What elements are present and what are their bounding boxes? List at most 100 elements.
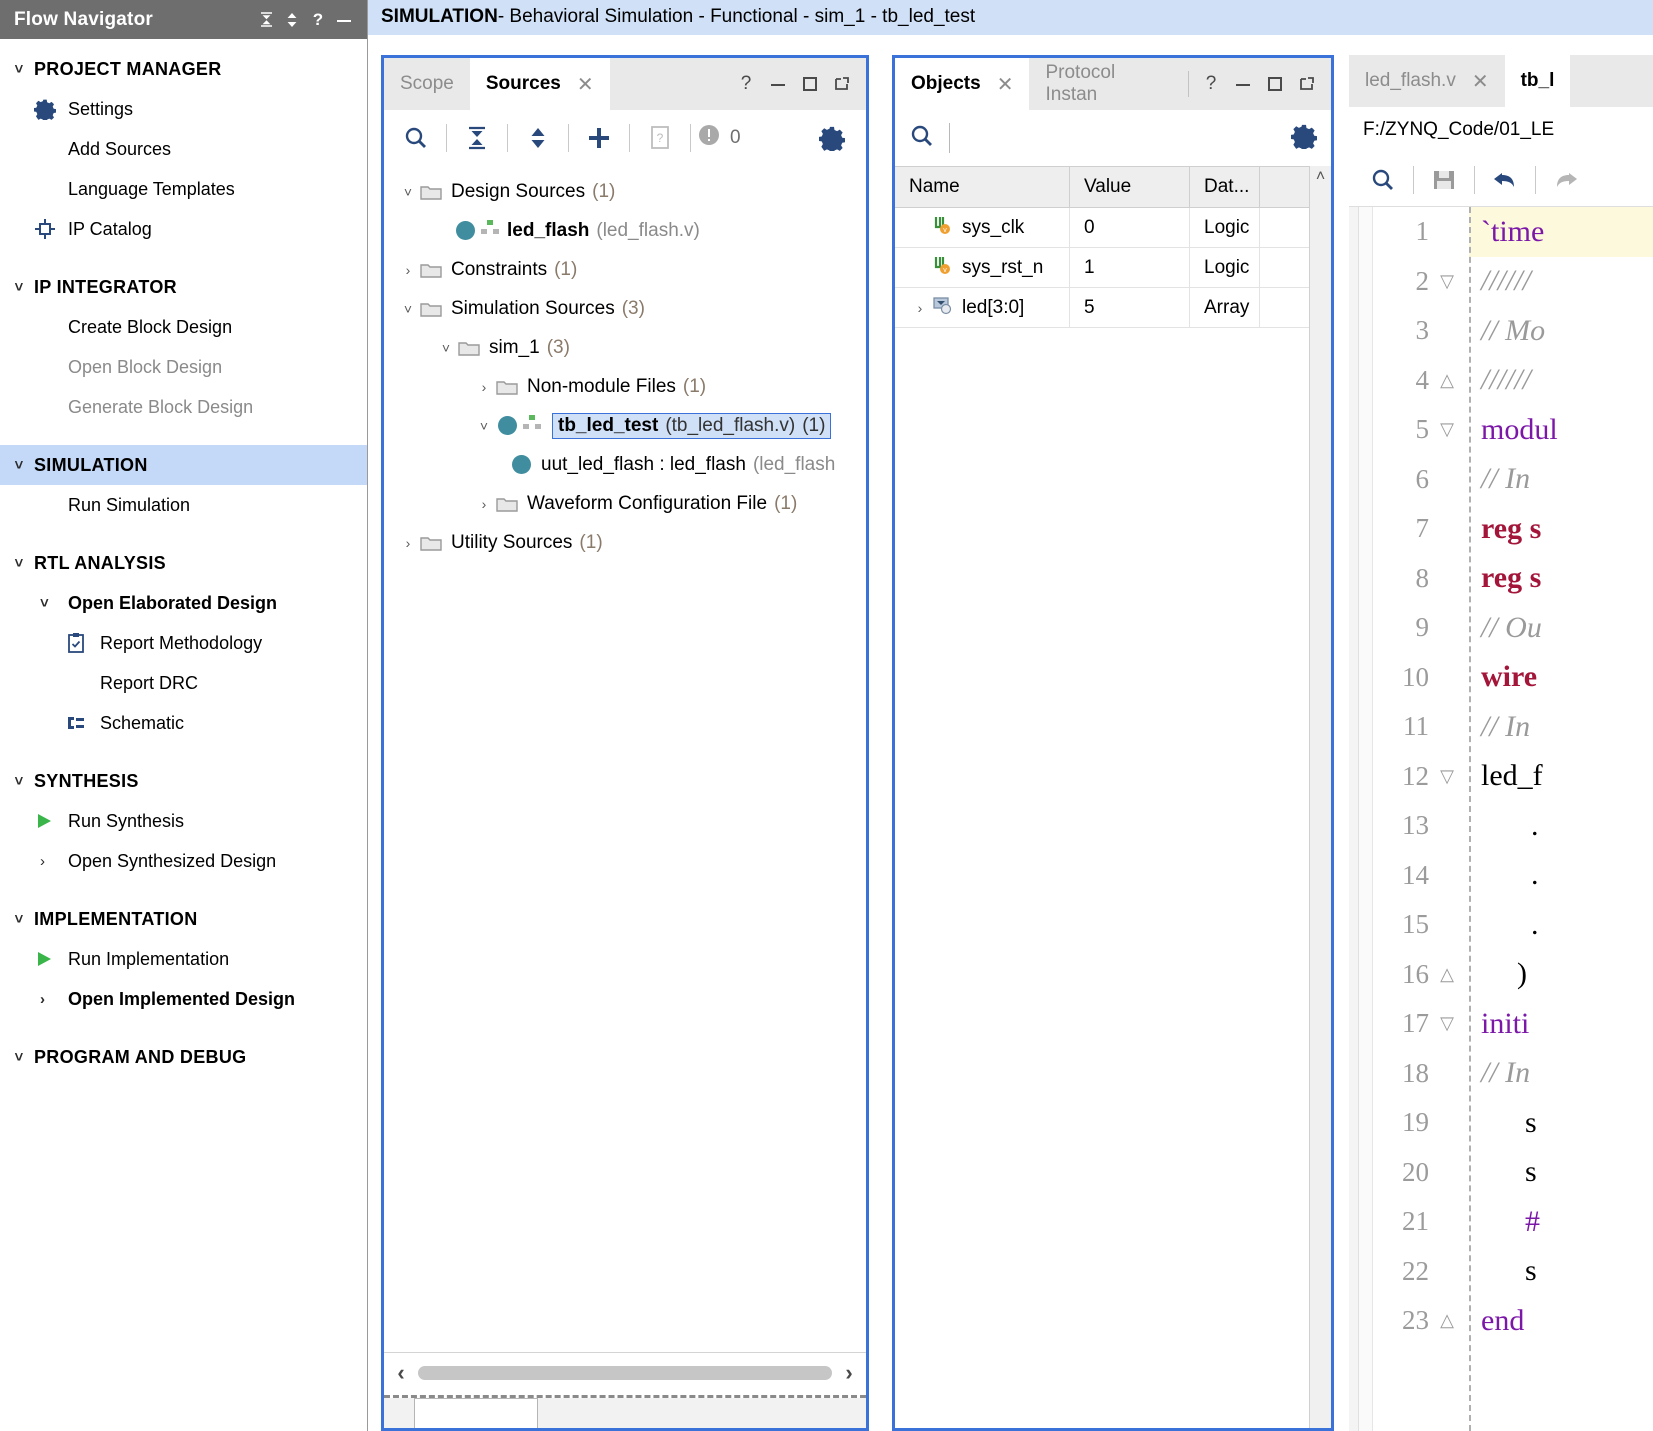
close-icon[interactable]: ✕ (1472, 69, 1489, 94)
code-text-column[interactable]: `time ////// // Mo ////// modul // In re… (1469, 207, 1653, 1431)
tab-scope[interactable]: Scope (384, 58, 470, 110)
column-header-datatype[interactable]: Dat... (1190, 166, 1260, 208)
help-icon[interactable]: ? (305, 7, 331, 33)
minimize-icon[interactable] (762, 58, 794, 110)
tree-node-tb-led-test[interactable]: ˅ tb_led_test (tb_led_flash.v) (1) (384, 406, 866, 445)
chevron-left-icon[interactable]: ‹ (390, 1360, 412, 1386)
redo-icon[interactable] (1542, 157, 1590, 203)
sidebar-item-open-elaborated-design[interactable]: ˅ Open Elaborated Design (0, 583, 367, 623)
tree-node-uut-led-flash[interactable]: uut_led_flash : led_flash (led_flash (384, 445, 866, 484)
scrollbar-thumb[interactable] (418, 1365, 832, 1380)
chevron-right-icon[interactable]: › (472, 379, 496, 395)
table-row[interactable]: v sys_clk 0 Logic (895, 207, 1309, 248)
sidebar-item-language-templates[interactable]: Language Templates (0, 169, 367, 209)
sidebar-section-implementation[interactable]: ˅ IMPLEMENTATION (0, 899, 367, 939)
code-area[interactable]: 1 2▽ 3 4△ 5▽ 6 7 8 9 10 11 12▽ 13 14 (1349, 207, 1653, 1431)
close-icon[interactable]: ✕ (997, 72, 1014, 97)
sidebar-section-ip-integrator[interactable]: ˅ IP INTEGRATOR (0, 267, 367, 307)
sidebar-item-run-implementation[interactable]: Run Implementation (0, 939, 367, 979)
expand-all-icon[interactable] (514, 115, 562, 161)
tree-node-utility-sources[interactable]: › Utility Sources (1) (384, 523, 866, 562)
sidebar-section-label: SIMULATION (34, 454, 148, 475)
tab-protocol-instances[interactable]: Protocol Instan (1029, 58, 1182, 110)
maximize-icon[interactable] (794, 58, 826, 110)
tree-node-design-sources[interactable]: ˅ Design Sources (1) (384, 172, 866, 211)
search-icon[interactable] (392, 115, 440, 161)
tree-node-constraints[interactable]: › Constraints (1) (384, 250, 866, 289)
tree-node-non-module-files[interactable]: › Non-module Files (1) (384, 367, 866, 406)
sidebar-item-add-sources[interactable]: Add Sources (0, 129, 367, 169)
chevron-right-icon[interactable]: › (34, 853, 68, 870)
sidebar-item-report-drc[interactable]: Report DRC (0, 663, 367, 703)
message-count[interactable]: 0 (697, 123, 741, 153)
chevron-down-icon[interactable]: ˅ (396, 184, 420, 200)
fold-marker-end-icon[interactable]: △ (1429, 964, 1465, 985)
tab-led-flash-v[interactable]: led_flash.v ✕ (1349, 55, 1505, 107)
sidebar-section-project-manager[interactable]: ˅ PROJECT MANAGER (0, 49, 367, 89)
fold-marker-minus-icon[interactable]: ▽ (1429, 271, 1465, 292)
search-icon[interactable] (1359, 157, 1407, 203)
chevron-right-icon[interactable]: › (909, 300, 931, 316)
chevron-right-icon[interactable]: › (838, 1360, 860, 1386)
sidebar-item-settings[interactable]: Settings (0, 89, 367, 129)
chevron-down-icon[interactable]: ˅ (396, 301, 420, 317)
tab-objects[interactable]: Objects ✕ (895, 58, 1030, 110)
sidebar-item-create-block-design[interactable]: Create Block Design (0, 307, 367, 347)
sources-horizontal-scrollbar[interactable]: ‹ › (384, 1352, 866, 1392)
report-icon[interactable]: ? (636, 115, 684, 161)
chevron-right-icon[interactable]: › (396, 535, 420, 551)
tab-sources[interactable]: Sources ✕ (469, 58, 610, 110)
add-sources-icon[interactable] (575, 115, 623, 161)
minimize-icon[interactable] (1227, 58, 1259, 110)
chevron-up-icon[interactable]: ˄ (1310, 168, 1331, 186)
close-icon[interactable]: ✕ (577, 72, 594, 97)
search-icon[interactable] (909, 123, 935, 154)
objects-vertical-scrollbar[interactable]: ˄ (1309, 166, 1331, 1428)
undo-icon[interactable] (1481, 157, 1529, 203)
maximize-icon[interactable] (1259, 58, 1291, 110)
chevron-down-icon[interactable]: ˅ (434, 340, 458, 356)
fold-marker-minus-icon[interactable]: ▽ (1429, 766, 1465, 787)
sidebar-item-schematic[interactable]: Schematic (0, 703, 367, 743)
chevron-down-icon[interactable]: ˅ (34, 595, 68, 612)
column-header-name[interactable]: Name (895, 166, 1070, 208)
chevron-down-icon[interactable]: ˅ (472, 418, 496, 434)
chevron-right-icon[interactable]: › (34, 991, 68, 1008)
sidebar-item-ip-catalog[interactable]: IP Catalog (0, 209, 367, 249)
table-row[interactable]: v sys_rst_n 1 Logic (895, 247, 1309, 288)
sidebar-section-synthesis[interactable]: ˅ SYNTHESIS (0, 761, 367, 801)
sidebar-section-program-and-debug[interactable]: ˅ PROGRAM AND DEBUG (0, 1037, 367, 1077)
sidebar-section-simulation[interactable]: ˅ SIMULATION (0, 445, 367, 485)
table-row[interactable]: › led[3:0] 5 Array (895, 287, 1309, 328)
tree-node-simulation-sources[interactable]: ˅ Simulation Sources (3) (384, 289, 866, 328)
fold-marker-end-icon[interactable]: △ (1429, 370, 1465, 391)
expand-collapse-icon[interactable] (279, 7, 305, 33)
tab-tb-led-flash-v[interactable]: tb_l (1504, 55, 1571, 107)
help-icon[interactable]: ? (730, 58, 762, 110)
fold-marker-end-icon[interactable]: △ (1429, 1310, 1465, 1331)
sidebar-item-open-synthesized-design[interactable]: › Open Synthesized Design (0, 841, 367, 881)
tree-node-led-flash[interactable]: led_flash (led_flash.v) (384, 211, 866, 250)
help-icon[interactable]: ? (1195, 58, 1227, 110)
gear-icon[interactable] (808, 115, 856, 161)
chevron-right-icon[interactable]: › (472, 496, 496, 512)
sidebar-item-run-simulation[interactable]: Run Simulation (0, 485, 367, 525)
column-header-value[interactable]: Value (1070, 166, 1190, 208)
tree-node-waveform-configuration-file[interactable]: › Waveform Configuration File (1) (384, 484, 866, 523)
sidebar-item-report-methodology[interactable]: Report Methodology (0, 623, 367, 663)
fold-marker-minus-icon[interactable]: ▽ (1429, 1013, 1465, 1034)
minimize-icon[interactable] (331, 7, 357, 33)
bottom-tab-placeholder[interactable] (414, 1398, 538, 1428)
sidebar-section-rtl-analysis[interactable]: ˅ RTL ANALYSIS (0, 543, 367, 583)
sidebar-item-run-synthesis[interactable]: Run Synthesis (0, 801, 367, 841)
sidebar-item-open-implemented-design[interactable]: › Open Implemented Design (0, 979, 367, 1019)
fold-marker-minus-icon[interactable]: ▽ (1429, 419, 1465, 440)
float-icon[interactable] (826, 58, 858, 110)
save-icon[interactable] (1420, 157, 1468, 203)
tree-node-sim-1[interactable]: ˅ sim_1 (3) (384, 328, 866, 367)
gear-icon[interactable] (1290, 123, 1331, 154)
float-icon[interactable] (1291, 58, 1323, 110)
collapse-all-icon[interactable] (253, 7, 279, 33)
collapse-all-icon[interactable] (453, 115, 501, 161)
chevron-right-icon[interactable]: › (396, 262, 420, 278)
